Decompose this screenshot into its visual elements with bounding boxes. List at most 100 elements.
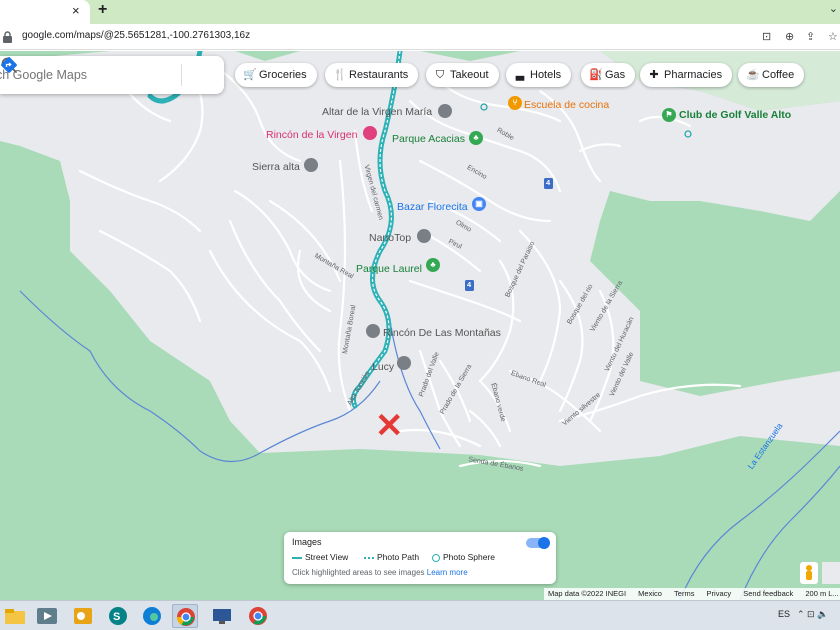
legend-label: Street View [305,552,349,562]
park-pin[interactable]: ♣ [426,258,440,272]
privacy-link[interactable]: Privacy [707,589,732,598]
hint-text: Click highlighted areas to see images [292,568,425,577]
photo-sphere-circle-icon [432,553,440,562]
map-data-attribution: Map data ©2022 INEGI [548,589,627,598]
new-tab-button[interactable]: + [98,1,107,19]
share-icon[interactable]: ⇪ [806,30,815,43]
fork-knife-icon: 🍴 [333,69,347,81]
chrome-profile-icon[interactable] [245,604,271,628]
coffee-cup-icon: ☕ [746,69,760,81]
tab-close-button[interactable]: × [72,3,80,18]
place-label-bazar[interactable]: Bazar Florecita [397,201,468,213]
screen: × + ⌄ google.com/maps/@25.5651281,-100.2… [0,0,840,630]
legend-label: Photo Sphere [443,552,495,562]
place-label-parque-laurel[interactable]: Parque Laurel [356,263,422,275]
chip-hotels[interactable]: ▃ Hotels [506,63,572,87]
chip-gas[interactable]: ⛽ Gas [581,63,636,87]
highway-shield-label: 4 [467,280,472,289]
shopping-pin[interactable]: ▣ [472,197,486,211]
bed-icon: ▃ [515,69,525,81]
place-pin[interactable] [363,126,377,140]
outlook-icon[interactable] [70,604,96,628]
map-canvas[interactable]: 4 4 Altar de la Virgen María ⑂ Escuela d… [0,51,840,600]
media-player-icon[interactable] [34,604,60,628]
highway-shield-label: 4 [546,178,551,187]
edge-browser-icon[interactable] [139,604,165,628]
place-pin[interactable] [366,324,380,338]
images-card-title: Images [292,537,322,547]
pegman-icon[interactable] [800,562,818,584]
place-pin[interactable] [438,104,452,118]
place-label-nanotop[interactable]: NanoTop [369,232,411,244]
language-indicator[interactable]: ES [778,609,790,619]
browser-tab[interactable]: × [0,0,90,24]
golf-pin[interactable]: ⚑ [662,108,676,122]
chip-pharmacies[interactable]: ✚ Pharmacies [640,63,733,87]
images-card-hint: Click highlighted areas to see images Le… [292,568,468,577]
search-input[interactable] [0,56,148,94]
chip-takeout[interactable]: ⛉ Takeout [426,63,499,87]
images-toggle[interactable] [526,537,550,549]
chip-label: Coffee [762,69,795,81]
place-pin[interactable] [417,229,431,243]
chip-label: Gas [605,69,626,81]
street-view-line-icon [292,556,302,559]
legend-label: Photo Path [377,552,420,562]
place-label-escuela[interactable]: Escuela de cocina [524,99,609,111]
place-label-parque-acacias[interactable]: Parque Acacias [392,133,465,145]
map-footer: Map data ©2022 INEGI Mexico Terms Privac… [544,588,840,600]
takeout-bag-icon: ⛉ [435,69,445,81]
place-label-rincon-montanas[interactable]: Rincón De Las Montañas [383,327,501,339]
pharmacy-icon: ✚ [649,69,659,81]
place-pin[interactable] [304,158,318,172]
place-label-rincon-virgen[interactable]: Rincón de la Virgen [266,129,357,141]
address-bar[interactable]: google.com/maps/@25.5651281,-100.2761303… [0,24,840,50]
zoom-icon[interactable]: ⊕ [785,30,794,43]
remote-desktop-icon[interactable] [209,604,235,628]
search-box [0,56,224,94]
place-label-lucy[interactable]: Lucy [372,361,394,373]
system-tray-icons[interactable]: ⌃ ⊡ 🔈 [797,609,828,620]
fuel-pump-icon: ⛽ [589,69,603,81]
tab-menu-chevron-icon[interactable]: ⌄ [829,2,838,15]
chip-label: Takeout [450,69,489,81]
legend-photo-sphere: Photo Sphere [432,552,495,562]
chip-label: Pharmacies [664,69,723,81]
place-label-altar[interactable]: Altar de la Virgen María [322,106,432,118]
region-link[interactable]: Mexico [638,589,662,598]
chip-label: Restaurants [349,69,409,81]
toggle-knob [538,537,550,549]
chip-restaurants[interactable]: 🍴 Restaurants [325,63,419,87]
send-feedback-link[interactable]: Send feedback [743,589,793,598]
terms-link[interactable]: Terms [674,589,694,598]
directions-icon[interactable] [0,56,18,74]
taskbar: S ES ⌃ ⊡ 🔈 [0,600,840,630]
separator [181,64,182,86]
park-pin[interactable]: ♣ [469,131,483,145]
lock-icon [3,31,12,43]
chip-coffee[interactable]: ☕ Coffee [738,63,805,87]
chrome-browser-icon[interactable] [172,604,198,628]
file-explorer-icon[interactable] [2,604,28,628]
restaurant-pin[interactable]: ⑂ [508,96,522,110]
legend-street-view: Street View [292,552,348,562]
learn-more-link[interactable]: Learn more [427,568,468,577]
chip-label: Hotels [530,69,562,81]
place-label-golf[interactable]: Club de Golf Valle Alto [679,109,791,121]
bookmark-star-icon[interactable]: ☆ [828,30,838,43]
place-pin[interactable] [397,356,411,370]
browser-tabstrip: × + ⌄ [0,0,840,24]
photo-path-dots-icon [364,556,374,559]
install-app-icon[interactable]: ⊡ [762,30,771,43]
chip-label: Groceries [259,69,307,81]
legend-photo-path: Photo Path [364,552,419,562]
cart-icon: 🛒 [243,69,257,81]
place-label-sierra-alta[interactable]: Sierra alta [252,161,300,173]
url-text[interactable]: google.com/maps/@25.5651281,-100.2761303… [22,30,250,41]
chip-groceries[interactable]: 🛒 Groceries [235,63,317,87]
sharepoint-icon[interactable]: S [104,604,130,628]
red-x-marker: ✕ [375,407,404,445]
scale-bar[interactable]: 200 m L... [805,589,838,598]
layer-switcher-thumbnail[interactable] [822,562,840,584]
svg-text:S: S [113,611,120,623]
